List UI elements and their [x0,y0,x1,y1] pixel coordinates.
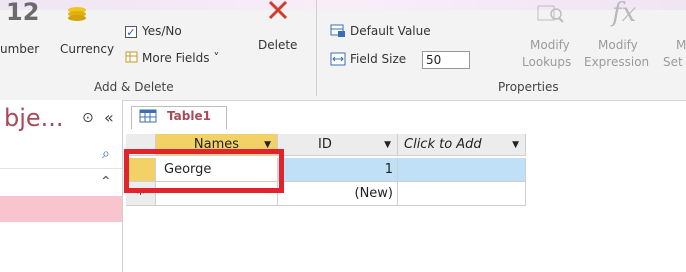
currency-icon[interactable] [66,4,88,22]
delete-x-icon[interactable] [266,0,290,22]
tab-table1-label: Table1 [167,109,211,123]
default-value-icon[interactable] [330,24,346,38]
field-size-icon [330,52,346,66]
ribbon-top-gradient [0,0,686,10]
ribbon-separator [316,0,317,96]
more-fields-button[interactable]: More Fields ˅ [142,51,219,65]
table-cell-click-to-add-new[interactable] [398,182,526,206]
column-header-id[interactable]: ID ▼ [278,134,398,156]
search-icon[interactable]: ⌕ [102,146,110,162]
modify-expression-fx-icon[interactable]: fx [612,0,636,28]
nav-pane-title[interactable]: bje... [4,104,64,132]
column-header-click-to-add[interactable]: Click to Add ▼ [398,134,526,156]
number-format-fragment: 12 [6,0,40,26]
field-size-label: Field Size [350,52,407,66]
modify-lookups-label-1[interactable]: Modify [530,38,570,52]
table-cell-id-new[interactable]: (New) [278,182,398,206]
cell-text: (New) [354,186,394,201]
nav-selected-item[interactable] [0,196,122,222]
dropdown-arrow-icon[interactable]: ▼ [384,140,391,150]
dropdown-arrow-icon[interactable]: ▼ [264,140,271,150]
modify-lookups-icon[interactable] [536,4,564,24]
highlight-box [124,149,284,193]
partial-button-label-2[interactable]: Set [663,55,683,69]
column-header-label: Click to Add [404,137,482,152]
more-fields-icon[interactable] [125,50,139,64]
add-delete-group-label: Add & Delete [94,80,174,94]
table-cell-id[interactable]: 1 [278,158,398,182]
modify-lookups-label-2[interactable]: Lookups [522,55,571,69]
nav-collapse-icon[interactable]: « [104,108,114,127]
modify-expression-label-2[interactable]: Expression [584,55,649,69]
nav-menu-icon[interactable]: ⊙ [82,110,94,126]
column-header-label: ID [318,137,332,152]
properties-group-label: Properties [498,80,559,94]
cell-text: 1 [384,162,393,177]
nav-group-expand-icon[interactable]: ⌃ [100,174,112,190]
field-size-input[interactable]: 50 [422,51,470,69]
dropdown-arrow-icon[interactable]: ▼ [512,140,519,150]
partial-button-label-1[interactable]: M [676,38,686,52]
table-icon [139,108,157,124]
table-cell-click-to-add[interactable] [398,158,526,182]
default-value-button[interactable]: Default Value [350,24,431,38]
delete-button[interactable]: Delete [258,38,297,52]
yes-no-button[interactable]: Yes/No [142,24,182,38]
modify-expression-label-1[interactable]: Modify [598,38,638,52]
number-button[interactable]: umber [0,42,39,56]
yes-no-checkbox-icon[interactable]: ✓ [125,26,137,38]
currency-button[interactable]: Currency [60,42,114,56]
